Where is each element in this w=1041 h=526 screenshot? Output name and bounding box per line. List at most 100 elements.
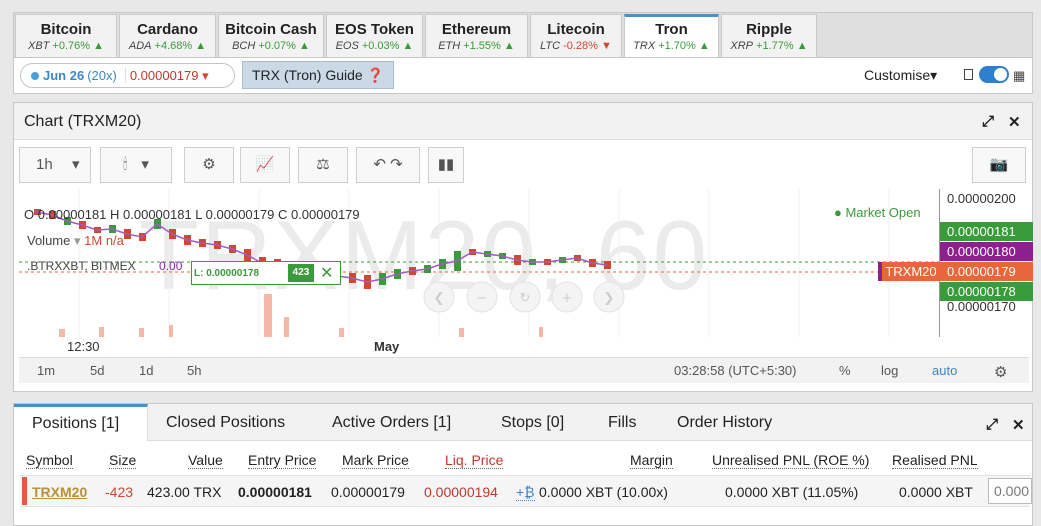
bitcoin-icon: ₿ (524, 484, 535, 500)
interval-selector[interactable]: 1h ▾ (19, 147, 91, 183)
tab-symbol: XRP (730, 40, 754, 52)
single-panel-icon[interactable] (964, 69, 973, 80)
customise-menu[interactable]: Customise▾ (864, 67, 937, 84)
compare-label: .BTRXXBT, BITMEX (27, 259, 136, 273)
chart-header: Chart (TRXM20) (14, 103, 1032, 140)
tab-ripple[interactable]: Ripple XRP +1.77% ▲ (721, 14, 817, 57)
chart-panel: Chart (TRXM20) ⤢ ✕ 1h ▾ 🕯 ▾ ⚙ 📈 ⚖ ↶ ↷ ▮▮ 📷… (13, 102, 1033, 392)
undo-redo-group: ↶ ↷ (356, 147, 420, 183)
tab-active-orders[interactable]: Active Orders [1] (332, 404, 451, 441)
col-realised-pnl[interactable]: Realised PNL (892, 452, 978, 469)
compare-value: 0.00 (159, 259, 183, 273)
log-scale-toggle[interactable]: log (881, 363, 898, 378)
chart-nav-icon: ❮ (434, 291, 445, 306)
tab-bitcoin[interactable]: Bitcoin XBT +0.76% ▲ (15, 14, 117, 57)
position-entry: 0.00000181 (238, 484, 312, 500)
status-dot-icon (31, 72, 39, 80)
tab-eos-token[interactable]: EOS Token EOS +0.03% ▲ (326, 14, 423, 57)
auto-scale-toggle[interactable]: auto (932, 363, 957, 378)
range-1d[interactable]: 1d (139, 363, 153, 378)
chart-type-button[interactable]: 🕯 ▾ (100, 147, 172, 183)
volume-legend: Volume ▾ 1M n/a (27, 233, 124, 249)
contract-selector[interactable]: Jun 26 (20x) 0.00000179 ▾ (20, 63, 235, 88)
position-marker[interactable]: L: 0.00000178 423 ✕ (191, 261, 341, 285)
col-entry-price[interactable]: Entry Price (248, 452, 317, 469)
bar-chart-icon: ▮▮ (437, 156, 455, 173)
scales-icon: ⚖ (316, 156, 330, 173)
tab-positions[interactable]: Positions [1] (14, 404, 148, 441)
col-symbol[interactable]: Symbol (26, 452, 73, 469)
expand-icon[interactable]: ⤢ (986, 416, 998, 433)
range-5h[interactable]: 5h (187, 363, 201, 378)
tab-stops[interactable]: Stops [0] (501, 404, 564, 441)
chart-nav-icon: + (562, 291, 573, 306)
gear-icon[interactable]: ⚙ (994, 363, 1007, 381)
grid-icon[interactable]: ▦ (1013, 68, 1025, 84)
tab-closed-positions[interactable]: Closed Positions (166, 404, 285, 441)
screenshot-button[interactable]: 📷 (972, 147, 1026, 183)
camera-icon: 📷 (989, 156, 1009, 173)
indicators-button[interactable]: 📈 (240, 147, 290, 183)
percent-scale-toggle[interactable]: % (839, 363, 851, 378)
positions-panel: Positions [1] Closed Positions Active Or… (13, 403, 1033, 526)
contract-price: 0.00000179 (124, 68, 199, 83)
tab-order-history[interactable]: Order History (677, 404, 772, 441)
position-symbol-link[interactable]: TRXM20 (32, 484, 87, 500)
position-size: -423 (105, 484, 134, 500)
guide-button[interactable]: TRX (Tron) Guide ❓ (242, 61, 394, 89)
layout-toggle[interactable] (979, 66, 1009, 83)
arrow-up-icon: ▲ (695, 40, 710, 52)
x-tick-label: 12:30 (67, 339, 100, 354)
add-margin-button[interactable]: +₿ (516, 484, 535, 501)
short-side-indicator (22, 477, 27, 505)
undo-icon[interactable]: ↶ (373, 156, 386, 173)
caret-down-icon: ▾ (198, 68, 209, 83)
close-icon[interactable]: ✕ (1008, 113, 1021, 131)
tab-symbol: ETH (438, 40, 461, 52)
tab-change: -0.28% (563, 40, 598, 52)
col-mark-price[interactable]: Mark Price (342, 452, 409, 469)
ohlc-legend: O 0.00000181 H 0.00000181 L 0.00000179 C… (24, 207, 360, 222)
arrow-down-icon: ▼ (597, 40, 612, 52)
volume-bar (99, 327, 104, 337)
volume-bar (139, 328, 144, 337)
tab-tron[interactable]: Tron TRX +1.70% ▲ (624, 14, 719, 57)
tab-symbol: ADA (128, 40, 152, 52)
tab-fills[interactable]: Fills (608, 404, 636, 441)
col-size[interactable]: Size (109, 452, 137, 469)
tab-bitcoin-cash[interactable]: Bitcoin Cash BCH +0.07% ▲ (218, 14, 324, 57)
col-value[interactable]: Value (188, 452, 223, 469)
guide-label: TRX (Tron) Guide (251, 67, 363, 83)
tab-cardano[interactable]: Cardano ADA +4.68% ▲ (119, 14, 216, 57)
price-axis-label: 0.00000180 (940, 242, 1033, 261)
col-margin[interactable]: Margin (630, 452, 673, 469)
expand-icon[interactable]: ⤢ (982, 113, 994, 130)
settings-button[interactable]: ⚙ (184, 147, 234, 183)
tab-change: +0.07% (258, 40, 296, 52)
volume-bar (539, 327, 543, 337)
chart-nav-icon: ↻ (520, 291, 531, 306)
volume-bar (264, 294, 272, 337)
range-5d[interactable]: 5d (90, 363, 104, 378)
chart-plot-area[interactable]: TRXM20, 60 ❮ − ↻ + ❯ O 0.00000181 H 0.000001… (19, 189, 939, 337)
instrument-subbar: Jun 26 (20x) 0.00000179 ▾ TRX (Tron) Guide… (13, 58, 1033, 94)
redo-icon[interactable]: ↷ (390, 156, 403, 173)
symbol-price-tag: TRXM20 (878, 262, 940, 281)
close-icon[interactable]: ✕ (1012, 416, 1025, 434)
tab-ethereum[interactable]: Ethereum ETH +1.55% ▲ (425, 14, 528, 57)
bars-button[interactable]: ▮▮ (428, 147, 464, 183)
tab-symbol: LTC (540, 40, 561, 52)
price-axis[interactable]: 0.00000200 0.00000181 0.00000180 0.00000179… (878, 189, 1033, 337)
tab-litecoin[interactable]: Litecoin LTC -0.28% ▼ (530, 14, 622, 57)
close-icon[interactable]: ✕ (320, 263, 333, 283)
chart-clock: 03:28:58 (UTC+5:30) (674, 363, 797, 378)
range-1m[interactable]: 1m (37, 363, 55, 378)
compare-button[interactable]: ⚖ (298, 147, 348, 183)
customise-label: Customise (864, 67, 931, 83)
volume-bar (284, 317, 289, 337)
tab-symbol: XBT (28, 40, 50, 52)
col-unrealised-pnl[interactable]: Unrealised PNL (ROE %) (712, 452, 870, 469)
caret-down-icon: ▾ (72, 156, 80, 173)
close-price-input[interactable] (988, 478, 1032, 504)
col-liq-price[interactable]: Liq. Price (445, 452, 504, 469)
